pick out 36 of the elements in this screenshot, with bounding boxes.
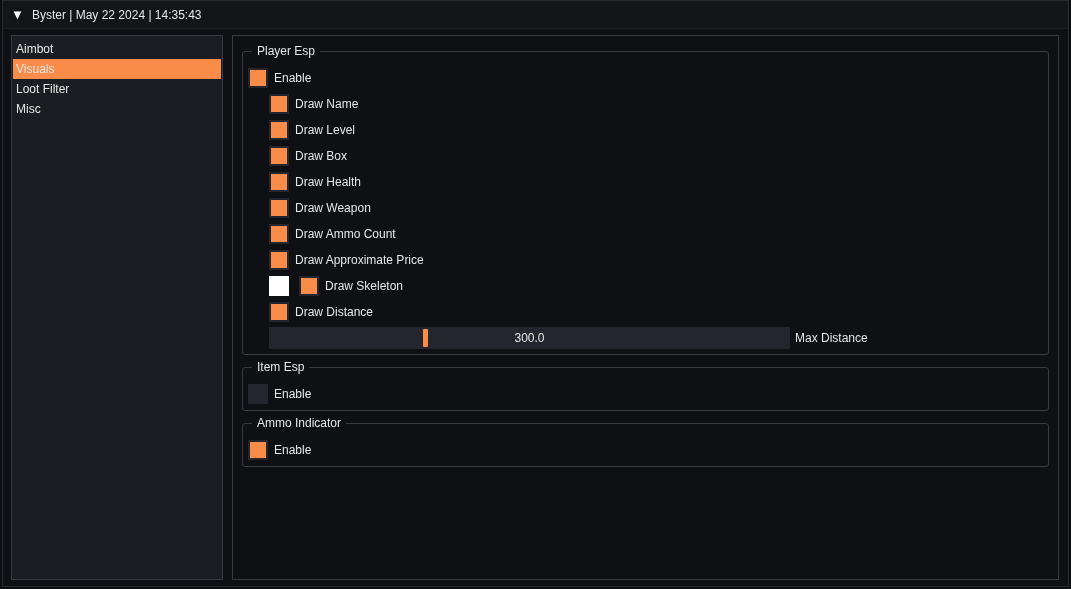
checkbox-label: Draw Name — [295, 97, 359, 111]
checkbox-label: Draw Distance — [295, 305, 374, 319]
checkbox[interactable] — [269, 172, 289, 192]
slider-value: 300.0 — [514, 331, 545, 345]
checkbox[interactable] — [248, 440, 268, 460]
sidebar-item[interactable]: Misc — [13, 99, 221, 119]
group-title: Player Esp — [252, 44, 321, 59]
checkbox[interactable] — [299, 276, 319, 296]
checkbox[interactable] — [269, 302, 289, 322]
color-swatch[interactable] — [269, 276, 289, 296]
sidebar-item[interactable]: Aimbot — [13, 39, 221, 59]
checkbox-label: Enable — [274, 443, 312, 457]
checkbox[interactable] — [248, 384, 268, 404]
checkbox[interactable] — [269, 94, 289, 114]
checkbox-label: Draw Ammo Count — [295, 227, 396, 241]
checkbox-label: Draw Weapon — [295, 201, 371, 215]
slider-thumb[interactable] — [423, 329, 429, 347]
checkbox[interactable] — [269, 146, 289, 166]
checkbox-label: Draw Level — [295, 123, 356, 137]
checkbox[interactable] — [269, 224, 289, 244]
checkbox[interactable] — [269, 120, 289, 140]
window-title: Byster | May 22 2024 | 14:35:43 — [31, 7, 202, 22]
collapse-toggle[interactable]: ▼ — [11, 7, 24, 22]
checkbox-label: Draw Approximate Price — [295, 253, 424, 267]
checkbox[interactable] — [248, 68, 268, 88]
checkbox[interactable] — [269, 250, 289, 270]
slider-label: Max Distance — [795, 331, 868, 345]
checkbox[interactable] — [269, 198, 289, 218]
checkbox-label: Enable — [274, 387, 312, 401]
group-title: Item Esp — [252, 360, 310, 375]
checkbox-label: Enable — [274, 71, 312, 85]
slider-track[interactable]: 300.0 — [269, 327, 790, 349]
checkbox-label: Draw Skeleton — [325, 279, 404, 293]
checkbox-label: Draw Health — [295, 175, 362, 189]
sidebar-item[interactable]: Loot Filter — [13, 79, 221, 99]
checkbox-label: Draw Box — [295, 149, 347, 163]
